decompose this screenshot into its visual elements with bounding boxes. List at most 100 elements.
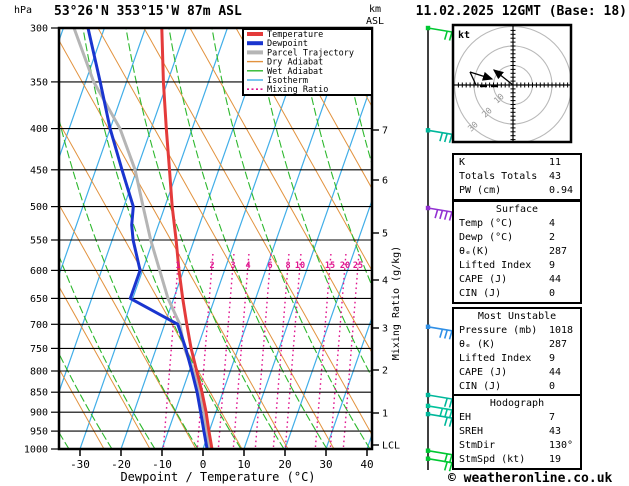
pressure-axis-unit: hPa [14,5,32,16]
table-row-label: PW (cm) [459,185,502,196]
pressure-tick-label: 950 [30,427,48,438]
table-row-value: 9 [549,353,556,364]
legend-label: Mixing Ratio [267,85,328,95]
table-row: K 11 [454,156,580,170]
km-tick-label: 7 [382,126,388,137]
table-row: CAPE (J) 44 [454,366,580,380]
table-row: EH 7 [454,411,580,425]
table-row: Dewp (°C) 2 [454,231,580,245]
mixing-ratio-value-label: 6 [267,261,272,271]
table-row-value: 0 [549,381,556,392]
pressure-tick-label: 1000 [24,445,48,456]
indices-table: K 11 Totals Totals 43 PW (cm) 0.94 [452,153,582,201]
km-tick-label: 3 [382,324,388,335]
most-unstable-table: Most Unstable Pressure (mb) 1018 θₑ (K) 287 L… [452,307,582,397]
run-datetime: 11.02.2025 12GMT (Base: 18) [415,4,627,19]
pressure-tick-label: 750 [30,344,48,355]
table-row-label: Lifted Index [459,353,532,364]
mixing-ratio-value-label: 10 [295,261,305,271]
table-row-label: SREH [459,426,484,437]
copyright: © weatheronline.co.uk [448,471,613,486]
temp-tick-label: -30 [70,458,90,471]
table-row: Lifted Index 9 [454,352,580,366]
table-row-label: Dewp (°C) [459,232,514,243]
table-row-label: Pressure (mb) [459,325,538,336]
hodograph-unit-label: kt [458,30,470,41]
table-row-value: 0 [549,288,556,299]
table-row-label: Lifted Index [459,260,532,271]
pressure-tick-label: 450 [30,165,48,176]
pressure-tick-label: 850 [30,388,48,399]
table-row-label: Temp (°C) [459,218,514,229]
table-row-value: 43 [549,171,562,182]
table-row-value: 43 [549,426,562,437]
table-row-label: StmSpd (kt) [459,454,526,465]
hodograph-table: Hodograph EH 7 SREH 43 StmDir 130° StmSpd (kt) 1… [452,394,582,470]
pressure-tick-label: 800 [30,367,48,378]
pressure-tick-label: 700 [30,320,48,331]
pressure-tick-label: 400 [30,124,48,135]
table-row-value: 4 [549,218,556,229]
temp-axis-label: Dewpoint / Temperature (°C) [120,470,315,484]
table-row-value: 1018 [549,325,574,336]
mixing-ratio-value-label: 4 [245,261,250,271]
table-row-label: CIN (J) [459,381,502,392]
km-axis-unit: km [369,4,381,15]
table-header: Surface [495,204,539,215]
surface-table: Surface Temp (°C) 4 Dewp (°C) 2 θₑ(K) 287 Lifte… [452,200,582,304]
mixing-ratio-axis-label: Mixing Ratio (g/kg) [391,246,402,360]
table-row-label: Totals Totals [459,171,538,182]
km-tick-label: 4 [382,276,388,287]
table-row-value: 11 [549,157,562,168]
mixing-ratio-value-label: 3 [230,261,235,271]
pressure-tick-label: 500 [30,202,48,213]
mixing-ratio-value-label: 2 [209,261,214,271]
station-title: 53°26'N 353°15'W 87m ASL [54,4,242,19]
table-row: Temp (°C) 4 [454,217,580,231]
mixing-ratio-value-label: 25 [353,261,363,271]
table-row: CIN (J) 0 [454,287,580,301]
km-tick-label: 6 [382,176,388,187]
table-row: StmSpd (kt) 19 [454,453,580,467]
pressure-tick-label: 650 [30,294,48,305]
table-row-value: 19 [549,454,562,465]
table-row-value: 287 [549,246,568,257]
pressure-tick-label: 300 [30,24,48,35]
table-row-label: CAPE (J) [459,274,508,285]
table-row-value: 0.94 [549,185,574,196]
lcl-label: LCL [382,441,400,452]
mixing-ratio-value-label: 1 [175,261,180,271]
table-row-value: 9 [549,260,556,271]
table-header: Most Unstable [477,311,557,322]
temp-tick-label: 40 [360,458,373,471]
pressure-tick-label: 550 [30,236,48,247]
table-row-label: θₑ (K) [459,339,496,350]
asl-axis-unit: ASL [366,16,384,27]
table-row-value: 44 [549,367,562,378]
table-row-value: 130° [549,440,574,451]
table-row-label: CIN (J) [459,288,502,299]
table-row: CIN (J) 0 [454,380,580,394]
pressure-tick-label: 350 [30,77,48,88]
km-tick-label: 5 [382,229,388,240]
table-row-label: θₑ(K) [459,246,490,257]
table-row: Pressure (mb) 1018 [454,324,580,338]
table-row: Totals Totals 43 [454,170,580,184]
mixing-ratio-value-label: 15 [325,261,335,271]
table-row: Lifted Index 9 [454,259,580,273]
table-row-value: 2 [549,232,556,243]
table-row: θₑ (K) 287 [454,338,580,352]
mixing-ratio-value-label: 20 [340,261,350,271]
table-row-label: CAPE (J) [459,367,508,378]
table-row: StmDir 130° [454,439,580,453]
km-tick-label: 1 [382,409,388,420]
temp-tick-label: 30 [319,458,332,471]
table-row-label: StmDir [459,440,496,451]
sounding-page: 300 350 400 450 500 550 600 650 700 750 800 850 900 9… [0,0,629,486]
table-row: SREH 43 [454,425,580,439]
table-row: CAPE (J) 44 [454,273,580,287]
pressure-tick-label: 600 [30,266,48,277]
table-header: Hodograph [489,398,545,409]
table-row: θₑ(K) 287 [454,245,580,259]
pressure-tick-label: 900 [30,408,48,419]
